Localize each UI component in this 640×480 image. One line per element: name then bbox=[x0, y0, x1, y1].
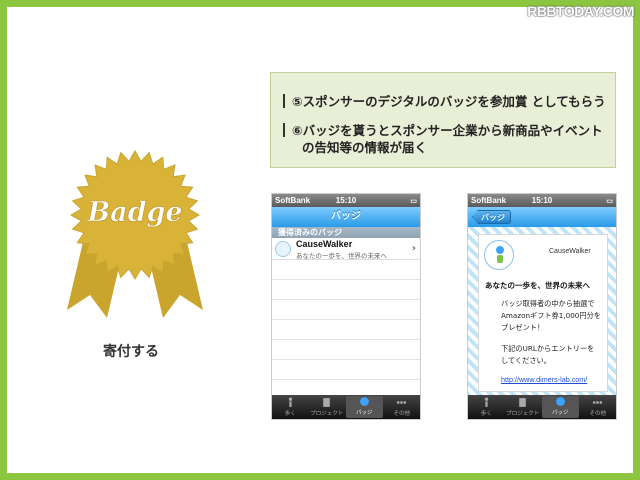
watermark: RBBTODAY.COM bbox=[527, 3, 634, 19]
nav-bar: バッジ bbox=[468, 207, 616, 227]
tab-label: 歩く bbox=[284, 411, 296, 417]
item-title: CauseWalker bbox=[296, 239, 353, 249]
tab-project[interactable]: プロジェクト bbox=[505, 395, 542, 419]
tab-label: プロジェクト bbox=[310, 411, 344, 417]
clock: 15:10 bbox=[335, 196, 357, 205]
sponsor-avatar bbox=[484, 240, 514, 270]
status-bar: SoftBank 15:10 ▭ bbox=[468, 194, 616, 207]
carrier: SoftBank bbox=[471, 196, 507, 205]
sponsor-name: CauseWalker bbox=[549, 248, 591, 255]
tab-bar: 歩く プロジェクト バッジ その他 bbox=[272, 395, 420, 419]
status-bar: SoftBank 15:10 ▭ bbox=[272, 194, 420, 207]
badge-list-item[interactable]: CauseWalker あなたの一歩を、世界の未来へ › bbox=[272, 238, 420, 260]
tab-label: その他 bbox=[393, 411, 410, 417]
carrier: SoftBank bbox=[275, 196, 311, 205]
empty-row bbox=[272, 360, 420, 380]
tab-walk[interactable]: 歩く bbox=[468, 395, 505, 419]
empty-row bbox=[272, 300, 420, 320]
body-line: してください。 bbox=[501, 356, 551, 365]
note-line-6-cont: の告知等の情報が届く bbox=[302, 140, 428, 155]
walker-icon bbox=[496, 246, 504, 263]
detail-headline: あなたの一歩を、世界の未来へ bbox=[485, 281, 590, 290]
empty-row bbox=[272, 340, 420, 360]
tab-label: バッジ bbox=[355, 410, 373, 416]
more-icon bbox=[397, 401, 407, 404]
tab-badge[interactable]: バッジ bbox=[346, 396, 383, 418]
detail-body: バッジ取得者の中から抽選で Amazonギフト券1,000円分を プレゼント！ bbox=[501, 298, 607, 334]
sponsor-link[interactable]: http://www.dimers-lab.com/ bbox=[501, 375, 587, 384]
walker-icon bbox=[484, 397, 488, 407]
tab-label: バッジ bbox=[551, 410, 569, 416]
tab-badge[interactable]: バッジ bbox=[542, 396, 579, 418]
body-line: Amazonギフト券1,000円分を bbox=[501, 311, 601, 320]
badge-icon: Badge bbox=[67, 150, 203, 318]
detail-body-2: 下記のURLからエントリーを してください。 bbox=[501, 343, 607, 367]
chevron-right-icon: › bbox=[411, 243, 416, 254]
section-header: 獲得済みのバッジ bbox=[272, 227, 420, 238]
tab-label: 歩く bbox=[480, 411, 492, 417]
tab-label: その他 bbox=[589, 411, 606, 417]
note-text-5: ⑤スポンサーのデジタルのバッジを参加賞 としてもらう bbox=[292, 94, 606, 109]
badge-icon bbox=[555, 397, 565, 406]
badge-caption: 寄付する bbox=[103, 344, 159, 360]
tab-more[interactable]: その他 bbox=[384, 395, 421, 419]
more-icon bbox=[593, 401, 603, 404]
note-line-5: ⑤スポンサーのデジタルのバッジを参加賞 としてもらう bbox=[283, 91, 606, 110]
badge-emblem: Badge bbox=[45, 150, 225, 320]
walker-icon bbox=[288, 397, 292, 407]
badge-icon bbox=[359, 397, 369, 406]
project-icon bbox=[519, 398, 527, 407]
avatar bbox=[275, 241, 291, 257]
badge-label: Badge bbox=[86, 197, 182, 228]
body-line: バッジ取得者の中から抽選で bbox=[501, 299, 595, 308]
item-subtitle: あなたの一歩を、世界の未来へ bbox=[296, 252, 387, 260]
battery-icon: ▭ bbox=[410, 197, 417, 205]
badge-detail-card: CauseWalker あなたの一歩を、世界の未来へ バッジ取得者の中から抽選で… bbox=[478, 234, 608, 392]
clock: 15:10 bbox=[531, 196, 553, 205]
phone-badge-list: SoftBank 15:10 ▭ バッジ 獲得済みのバッジ CauseWalke… bbox=[271, 193, 421, 420]
empty-row bbox=[272, 260, 420, 280]
tab-bar: 歩く プロジェクト バッジ その他 bbox=[468, 395, 616, 419]
note-text-6: ⑥バッジを貰うとスポンサー企業から新商品やイベント bbox=[292, 123, 603, 138]
body-line: プレゼント！ bbox=[501, 323, 545, 332]
empty-row bbox=[272, 280, 420, 300]
nav-title: バッジ bbox=[272, 207, 420, 227]
tab-project[interactable]: プロジェクト bbox=[309, 395, 346, 419]
instruction-box: ⑤スポンサーのデジタルのバッジを参加賞 としてもらう ⑥バッジを貰うとスポンサー… bbox=[270, 72, 616, 168]
body-line: 下記のURLからエントリーを bbox=[501, 344, 595, 353]
back-button[interactable]: バッジ bbox=[472, 210, 511, 224]
battery-icon: ▭ bbox=[606, 197, 613, 205]
tab-more[interactable]: その他 bbox=[580, 395, 617, 419]
tab-walk[interactable]: 歩く bbox=[272, 395, 309, 419]
empty-row bbox=[272, 320, 420, 340]
phone-badge-detail: SoftBank 15:10 ▭ バッジ CauseWalker あなたの一歩を… bbox=[467, 193, 617, 420]
project-icon bbox=[323, 398, 331, 407]
tab-label: プロジェクト bbox=[506, 411, 540, 417]
